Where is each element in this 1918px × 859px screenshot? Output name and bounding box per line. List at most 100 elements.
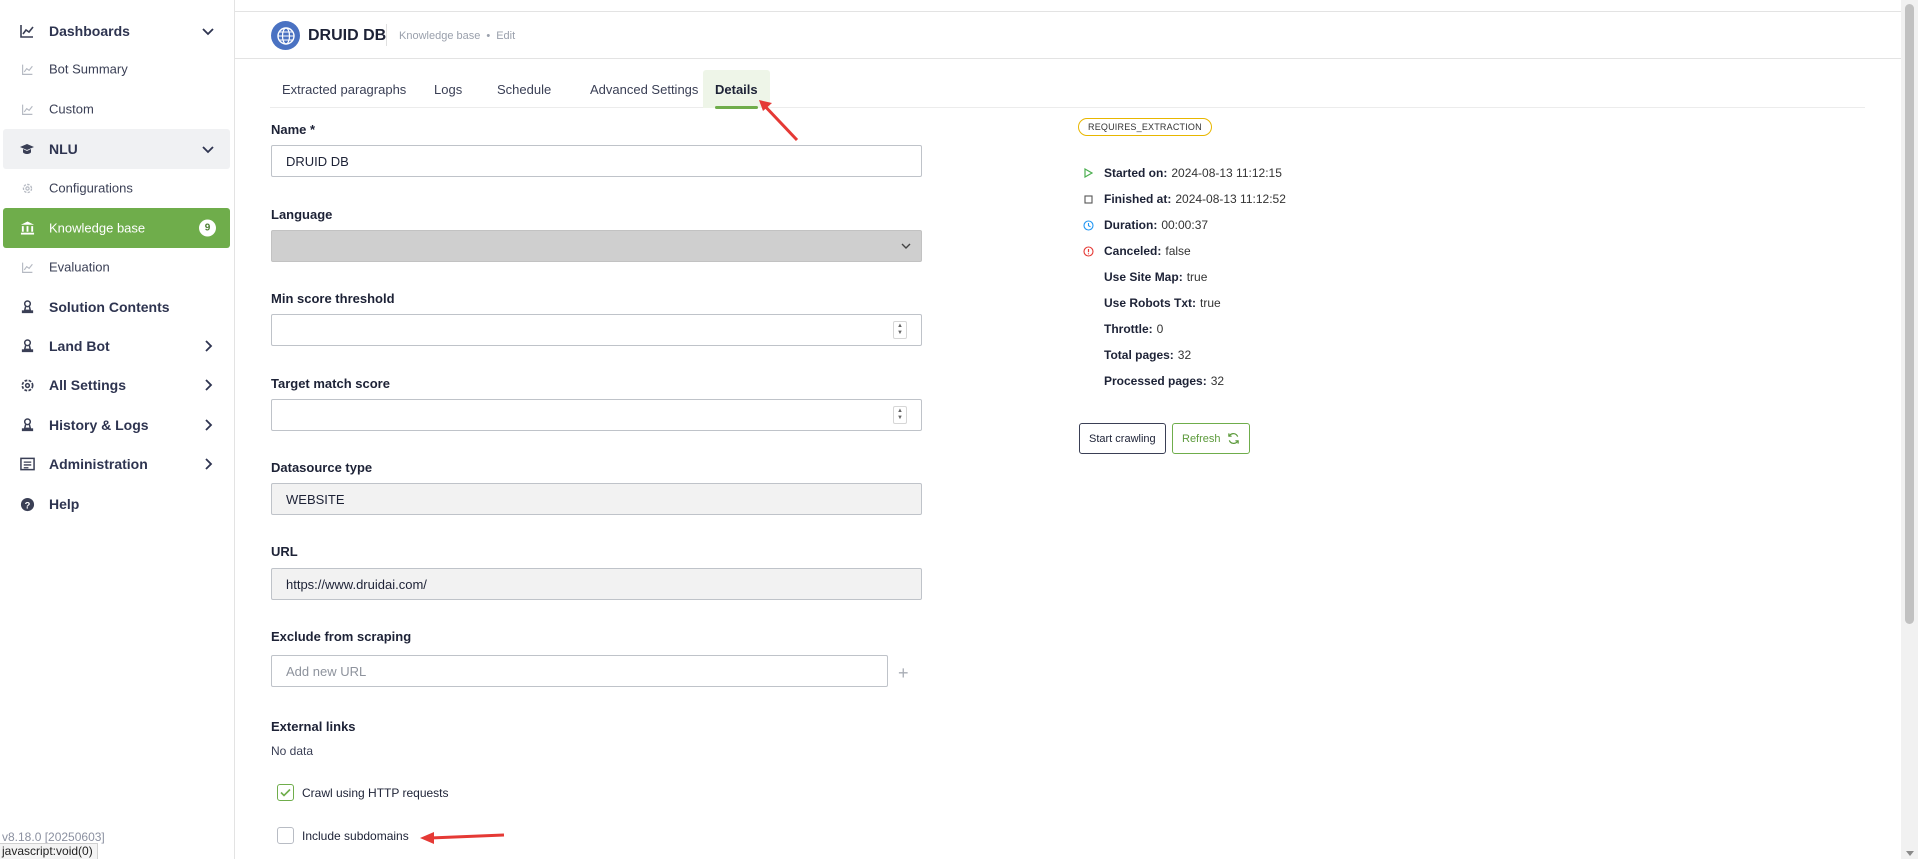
- tab-advanced-settings[interactable]: Advanced Settings: [578, 70, 710, 108]
- crawl-http-label: Crawl using HTTP requests: [302, 786, 449, 800]
- min-score-label: Min score threshold: [271, 291, 395, 306]
- stamp-icon: [18, 337, 36, 355]
- duration-row: Duration: 00:00:37: [1082, 218, 1208, 232]
- sidebar-item-dashboards[interactable]: Dashboards: [3, 12, 230, 50]
- include-subdomains-checkbox[interactable]: [277, 827, 294, 844]
- chevron-down-icon[interactable]: [200, 23, 216, 39]
- start-crawling-button[interactable]: Start crawling: [1079, 423, 1166, 454]
- datasource-field: WEBSITE: [271, 483, 922, 515]
- sidebar-item-history-logs[interactable]: History & Logs: [3, 406, 230, 444]
- sidebar-item-label: Custom: [49, 101, 94, 117]
- browser-status-bar: javascript:void(0): [0, 843, 98, 859]
- stamp-icon: [18, 416, 36, 434]
- sidebar-item-label: All Settings: [49, 377, 127, 393]
- number-stepper[interactable]: ▲ ▼: [893, 406, 907, 424]
- sidebar-item-land-bot[interactable]: Land Bot: [3, 327, 230, 365]
- sidebar-item-label: History & Logs: [49, 417, 149, 433]
- sidebar-item-custom[interactable]: Custom: [3, 90, 230, 128]
- language-label: Language: [271, 207, 333, 222]
- language-select[interactable]: [271, 230, 922, 262]
- chevron-right-icon[interactable]: [200, 338, 216, 354]
- chart-icon: [18, 258, 36, 276]
- divider: [386, 24, 387, 46]
- external-links-label: External links: [271, 719, 356, 734]
- svg-text:?: ?: [24, 500, 30, 510]
- tab-extracted-paragraphs[interactable]: Extracted paragraphs: [270, 70, 418, 108]
- page-header: DRUID DB Knowledge base • Edit: [235, 11, 1901, 59]
- sidebar-item-knowledge-base[interactable]: Knowledge base 9: [3, 208, 230, 248]
- breadcrumb: Knowledge base • Edit: [399, 30, 515, 42]
- graduation-cap-icon: [18, 140, 36, 158]
- min-score-input[interactable]: ▲ ▼: [271, 314, 922, 346]
- sidebar-item-label: Administration: [49, 456, 148, 472]
- chevron-right-icon[interactable]: [200, 377, 216, 393]
- number-stepper[interactable]: ▲ ▼: [893, 321, 907, 339]
- url-label: URL: [271, 544, 298, 559]
- sidebar-item-label: Configurations: [49, 180, 133, 196]
- alert-icon: [1082, 245, 1094, 257]
- sidebar-item-solution-contents[interactable]: Solution Contents: [3, 288, 230, 326]
- exclude-url-placeholder: Add new URL: [286, 663, 367, 679]
- sidebar-item-label: Bot Summary: [49, 61, 128, 77]
- sidebar-item-label: Dashboards: [49, 23, 130, 39]
- tab-schedule[interactable]: Schedule: [485, 70, 563, 108]
- exclude-url-input[interactable]: Add new URL: [271, 655, 888, 687]
- sidebar-item-label: Evaluation: [49, 259, 110, 275]
- external-links-empty: No data: [271, 744, 314, 758]
- status-badge: REQUIRES_EXTRACTION: [1078, 118, 1212, 136]
- refresh-label: Refresh: [1182, 432, 1221, 445]
- sidebar-item-help[interactable]: ? Help: [3, 485, 230, 523]
- tab-bar: Extracted paragraphs Logs Schedule Advan…: [270, 70, 1865, 109]
- scroll-down-icon[interactable]: [1906, 851, 1914, 856]
- chart-icon: [18, 60, 36, 78]
- crawl-http-checkbox[interactable]: [277, 784, 294, 801]
- stop-icon: [1082, 193, 1094, 205]
- scrollbar-thumb[interactable]: [1905, 4, 1914, 624]
- sidebar-item-nlu[interactable]: NLU: [3, 129, 230, 169]
- refresh-button[interactable]: Refresh: [1172, 423, 1250, 454]
- breadcrumb-edit: Edit: [496, 30, 516, 42]
- target-match-input[interactable]: ▲ ▼: [271, 399, 922, 431]
- page-title: DRUID DB: [308, 27, 387, 44]
- refresh-icon: [1227, 433, 1239, 444]
- tab-details[interactable]: Details: [703, 70, 770, 109]
- sidebar-item-administration[interactable]: Administration: [3, 445, 230, 483]
- sidebar-item-all-settings[interactable]: All Settings: [3, 366, 230, 404]
- count-badge: 9: [199, 219, 216, 237]
- breadcrumb-separator: •: [486, 30, 491, 42]
- annotation-arrow-icon: [420, 832, 505, 844]
- tab-logs[interactable]: Logs: [422, 70, 474, 108]
- breadcrumb-knowledge-base[interactable]: Knowledge base: [399, 30, 480, 42]
- started-on-row: Started on: 2024-08-13 11:12:15: [1082, 166, 1282, 180]
- add-url-icon[interactable]: +: [898, 663, 909, 684]
- sidebar-item-label: NLU: [49, 141, 78, 157]
- name-label: Name *: [271, 122, 316, 137]
- globe-icon: [271, 21, 300, 50]
- clock-icon: [1082, 219, 1094, 231]
- chevron-right-icon[interactable]: [200, 456, 216, 472]
- sidebar: Dashboards Bot Summary Custom NLU Config…: [0, 0, 235, 859]
- canceled-row: Canceled: false: [1082, 244, 1191, 258]
- include-subdomains-label: Include subdomains: [302, 829, 409, 843]
- chevron-down-icon[interactable]: [200, 141, 216, 157]
- name-input[interactable]: DRUID DB: [271, 145, 922, 177]
- sidebar-item-bot-summary[interactable]: Bot Summary: [3, 50, 230, 88]
- sidebar-item-label: Help: [49, 496, 80, 512]
- sidebar-item-label: Land Bot: [49, 338, 110, 354]
- datasource-label: Datasource type: [271, 460, 373, 475]
- processed-pages-row: Processed pages: 32: [1104, 374, 1225, 388]
- stamp-icon: [18, 298, 36, 316]
- exclude-label: Exclude from scraping: [271, 629, 412, 644]
- sidebar-item-evaluation[interactable]: Evaluation: [3, 248, 230, 286]
- chevron-right-icon[interactable]: [200, 417, 216, 433]
- chevron-down-icon: [899, 239, 913, 253]
- sidebar-item-configurations[interactable]: Configurations: [3, 169, 230, 207]
- page-scrollbar[interactable]: [1901, 0, 1918, 859]
- target-match-label: Target match score: [271, 376, 390, 391]
- total-pages-row: Total pages: 32: [1104, 348, 1192, 362]
- list-icon: [18, 455, 36, 473]
- play-icon: [1082, 167, 1094, 179]
- finished-at-row: Finished at: 2024-08-13 11:12:52: [1082, 192, 1286, 206]
- gear-icon: [18, 179, 36, 197]
- sidebar-item-label: Knowledge base: [49, 220, 146, 236]
